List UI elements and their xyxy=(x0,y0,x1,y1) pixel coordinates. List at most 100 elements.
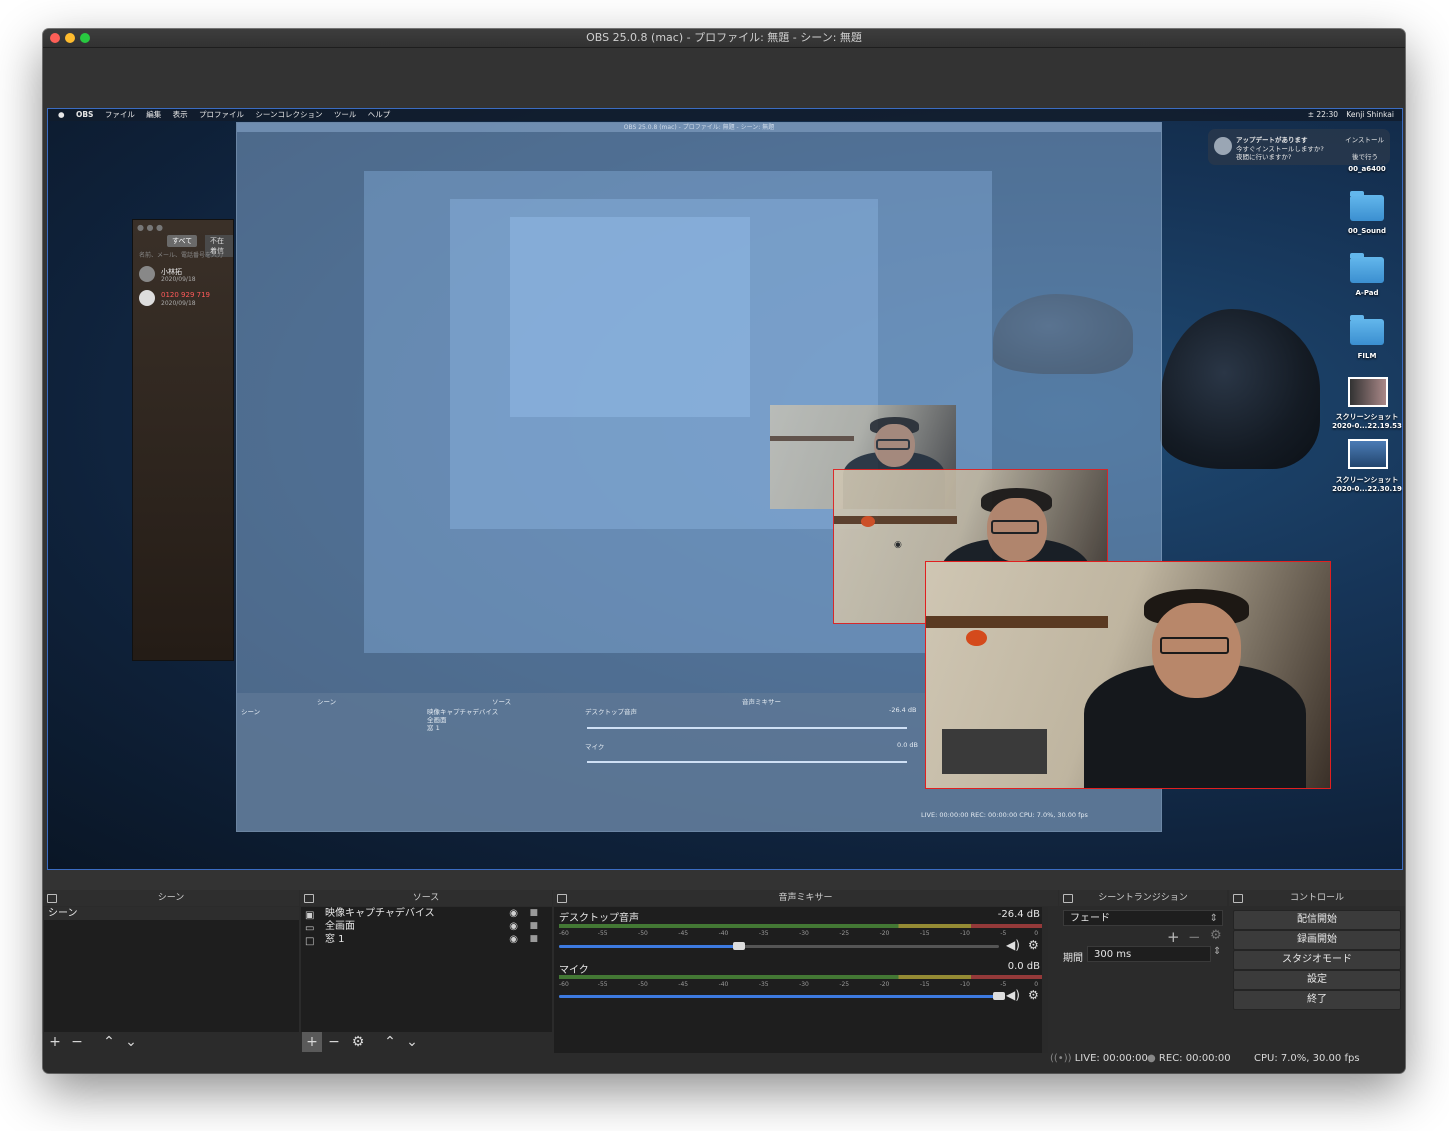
volume-slider[interactable] xyxy=(559,942,999,950)
move-source-up-button[interactable]: ⌃ xyxy=(380,1032,400,1052)
mac-menu-obs: OBS xyxy=(75,110,94,119)
visibility-eye-icon[interactable]: ◉ xyxy=(509,933,518,946)
exit-button[interactable]: 終了 xyxy=(1233,990,1401,1010)
desktop-item-label: FILM xyxy=(1357,352,1377,360)
tick-label: 0 xyxy=(1034,930,1039,937)
lock-icon[interactable]: ■ xyxy=(529,933,538,946)
lock-icon[interactable]: ■ xyxy=(529,920,538,933)
mixer-scrollbar[interactable] xyxy=(1042,907,1048,1053)
scene-item[interactable]: シーン xyxy=(44,907,299,920)
volume-fill xyxy=(559,945,740,948)
broadcast-icon: ((•)) xyxy=(1050,1053,1072,1064)
desktop-item-label: A-Pad xyxy=(1355,289,1379,297)
nested-slider xyxy=(587,761,907,763)
audio-level-meter xyxy=(559,975,1044,979)
remove-source-button[interactable]: − xyxy=(324,1032,344,1052)
preview-area[interactable]: ● OBS ファイル 編集 表示 プロファイル シーンコレクション ツール ヘル… xyxy=(43,48,1405,890)
visibility-eye-icon[interactable]: ◉ xyxy=(509,920,518,933)
window-controls-icon: ● ● ● xyxy=(137,223,164,232)
studio-mode-button[interactable]: スタジオモード xyxy=(1233,950,1401,970)
transition-selected-value: フェード xyxy=(1070,913,1110,924)
desktop-island-large xyxy=(1160,309,1320,469)
move-scene-down-button[interactable]: ⌄ xyxy=(121,1032,141,1052)
settings-button[interactable]: 設定 xyxy=(1233,970,1401,990)
zoom-window-button[interactable] xyxy=(80,33,90,43)
dock-area: シーン シーン + − ⌃ ⌄ ソース ▣ 映像キャプチャデバイス ◉ ■ ▭ … xyxy=(43,890,1405,1073)
add-transition-button[interactable]: + xyxy=(1167,928,1180,946)
visibility-eye-icon[interactable]: ◉ xyxy=(509,907,518,920)
volume-knob[interactable] xyxy=(993,992,1005,1000)
nested-mixer-2-db: 0.0 dB xyxy=(897,741,918,749)
contacts-search: 名前、メール、電話番号を入力 xyxy=(139,252,224,259)
move-scene-up-button[interactable]: ⌃ xyxy=(99,1032,119,1052)
tick-label: -50 xyxy=(638,981,648,988)
add-source-button[interactable]: + xyxy=(302,1032,322,1052)
screenshot-thumbnail-icon xyxy=(1348,439,1388,469)
controls-header: コントロール xyxy=(1229,890,1405,906)
speaker-icon[interactable]: ◀) xyxy=(1006,988,1020,1002)
sources-list[interactable]: ▣ 映像キャプチャデバイス ◉ ■ ▭ 全画面 ◉ ■ □ 窓 1 ◉ ■ xyxy=(301,907,552,1032)
volume-knob[interactable] xyxy=(733,942,746,950)
tick-label: -35 xyxy=(758,981,769,988)
source-item[interactable]: ▭ 全画面 ◉ ■ xyxy=(301,920,552,934)
source-item[interactable]: □ 窓 1 ◉ ■ xyxy=(301,933,552,947)
chevron-updown-icon: ⇕ xyxy=(1209,913,1218,924)
mac-menu-tools: ツール xyxy=(333,110,357,119)
avatar xyxy=(139,266,155,282)
notification-body2: 夜間に行いますか? xyxy=(1236,153,1292,161)
remove-scene-button[interactable]: − xyxy=(67,1032,87,1052)
lock-icon[interactable]: ■ xyxy=(529,907,538,920)
speaker-icon[interactable]: ◀) xyxy=(1006,938,1020,952)
start-streaming-button[interactable]: 配信開始 xyxy=(1233,910,1401,930)
add-scene-button[interactable]: + xyxy=(45,1032,65,1052)
mac-clock: ± 22:30 xyxy=(1307,110,1338,119)
mixer-channel-db: -26.4 dB xyxy=(997,909,1040,920)
tick-label: -55 xyxy=(597,930,608,937)
tick-label: -30 xyxy=(799,930,809,937)
contact-date: 2020/09/18 xyxy=(161,276,196,283)
undock-icon[interactable] xyxy=(557,894,567,903)
program-preview[interactable]: ● OBS ファイル 編集 表示 プロファイル シーンコレクション ツール ヘル… xyxy=(47,108,1403,870)
mac-menu-file: ファイル xyxy=(104,110,135,119)
scenes-list[interactable]: シーン xyxy=(44,907,299,1032)
source-item[interactable]: ▣ 映像キャプチャデバイス ◉ ■ xyxy=(301,907,552,921)
desktop-item-label: 00_a6400 xyxy=(1348,165,1386,173)
window-title: OBS 25.0.8 (mac) - プロファイル: 無題 - シーン: 無題 xyxy=(586,31,862,44)
duration-input[interactable]: 300 ms xyxy=(1087,946,1211,962)
tick-label: -25 xyxy=(839,981,850,988)
remove-transition-button[interactable]: − xyxy=(1188,928,1201,946)
close-window-button[interactable] xyxy=(50,33,60,43)
folder-icon xyxy=(1350,191,1384,221)
shelf xyxy=(770,436,854,442)
scenes-title: シーン xyxy=(157,893,185,903)
rec-status: ● REC: 00:00:00 xyxy=(1147,1053,1231,1064)
nested-scene-item: シーン xyxy=(241,708,261,716)
camera-feed-source[interactable] xyxy=(925,561,1331,789)
transition-gear-icon[interactable]: ⚙ xyxy=(1210,928,1222,943)
nested-source-header: ソース xyxy=(492,698,512,706)
live-status: ((•)) LIVE: 00:00:00 xyxy=(1050,1053,1148,1064)
nested-mixer-2: マイク xyxy=(585,743,605,751)
duration-value: 300 ms xyxy=(1094,949,1132,960)
obs-window: OBS 25.0.8 (mac) - プロファイル: 無題 - シーン: 無題 … xyxy=(43,29,1405,1073)
move-source-down-button[interactable]: ⌄ xyxy=(402,1032,422,1052)
rec-timer: REC: 00:00:00 xyxy=(1158,1053,1231,1064)
start-recording-button[interactable]: 録画開始 xyxy=(1233,930,1401,950)
undock-icon[interactable] xyxy=(304,894,314,903)
duration-stepper-icon[interactable]: ⇕ xyxy=(1213,946,1221,957)
source-properties-gear-icon[interactable]: ⚙ xyxy=(348,1032,368,1052)
mixer-title: 音声ミキサー xyxy=(778,893,833,903)
undock-icon[interactable] xyxy=(47,894,57,903)
gear-icon[interactable]: ⚙ xyxy=(1028,938,1039,952)
nested-source-item: 窓 1 xyxy=(427,724,440,732)
notification-later: 後で行う xyxy=(1352,153,1378,161)
undock-icon[interactable] xyxy=(1233,894,1243,903)
undock-icon[interactable] xyxy=(1063,894,1073,903)
gear-icon[interactable]: ⚙ xyxy=(1028,988,1039,1002)
transitions-title: シーントランジション xyxy=(1098,893,1188,903)
transition-select[interactable]: フェード ⇕ xyxy=(1063,910,1223,926)
tick-label: -10 xyxy=(960,930,970,937)
person-glasses xyxy=(875,439,910,450)
minimize-window-button[interactable] xyxy=(65,33,75,43)
volume-slider[interactable] xyxy=(559,992,1005,1000)
